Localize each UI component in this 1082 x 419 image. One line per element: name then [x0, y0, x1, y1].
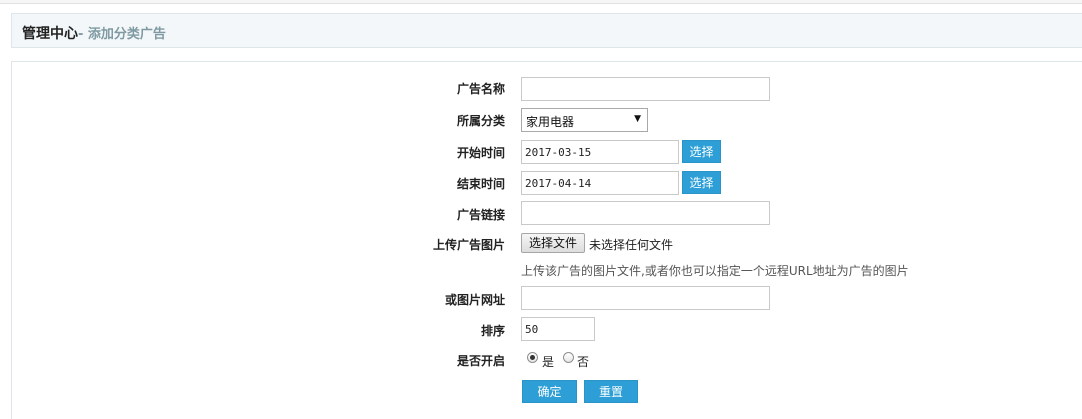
page-title-main: 管理中心 [22, 26, 78, 42]
label-sort: 排序 [480, 324, 505, 338]
start-time-input[interactable]: 2017-03-15 [521, 140, 679, 164]
end-time-choose-button[interactable]: 选择 [682, 171, 721, 194]
ad-link-input[interactable] [521, 201, 770, 225]
label-end-time: 结束时间 [456, 177, 505, 191]
choose-file-button[interactable]: 选择文件 [521, 233, 585, 253]
label-start-time: 开始时间 [456, 146, 505, 160]
sort-input[interactable]: 50 [521, 317, 595, 341]
file-status-text: 未选择任何文件 [589, 238, 674, 252]
dropdown-arrow-icon: ▼ [634, 114, 641, 124]
end-time-input[interactable]: 2017-04-14 [521, 171, 679, 195]
enabled-no-radio[interactable] [563, 352, 574, 363]
label-enabled: 是否开启 [456, 354, 505, 368]
start-time-choose-button[interactable]: 选择 [682, 140, 721, 163]
label-image-url: 或图片网址 [444, 293, 505, 307]
page-title-sub: - 添加分类广告 [78, 27, 166, 42]
label-ad-name: 广告名称 [456, 82, 505, 96]
enabled-yes-label[interactable]: 是 [542, 353, 554, 370]
reset-button[interactable]: 重置 [584, 380, 638, 403]
image-url-input[interactable] [521, 286, 770, 310]
page-title: 管理中心- 添加分类广告 [22, 23, 166, 43]
ad-name-input[interactable] [521, 77, 770, 101]
title-bar: 管理中心- 添加分类广告 [11, 13, 1082, 48]
label-upload-image: 上传广告图片 [432, 238, 505, 252]
enabled-no-label[interactable]: 否 [577, 353, 589, 370]
top-divider [0, 0, 1082, 4]
upload-hint-text: 上传该广告的图片文件,或者你也可以指定一个远程URL地址为广告的图片 [521, 264, 909, 278]
label-ad-link: 广告链接 [456, 208, 505, 222]
category-select-value: 家用电器 [526, 115, 575, 129]
category-select[interactable]: 家用电器 ▼ [521, 108, 648, 132]
enabled-yes-radio[interactable] [527, 352, 538, 363]
label-category: 所属分类 [456, 114, 505, 128]
submit-button[interactable]: 确定 [522, 380, 577, 403]
